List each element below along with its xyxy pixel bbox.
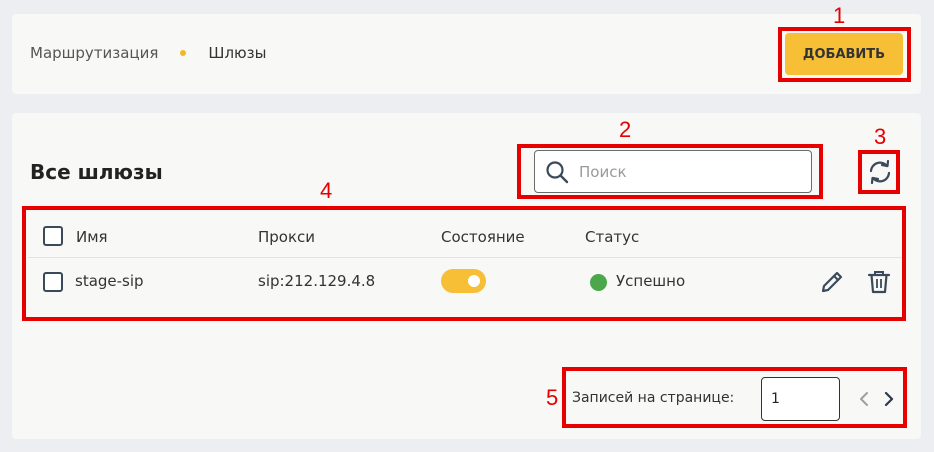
breadcrumb: Маршрутизация Шлюзы [30, 44, 267, 62]
annotation-box-search [517, 144, 823, 199]
annotation-number-4: 4 [320, 178, 333, 203]
annotation-number-1: 1 [833, 3, 846, 28]
annotation-box-refresh [858, 150, 900, 194]
breadcrumb-current: Шлюзы [208, 44, 267, 62]
annotation-box-pagination [562, 367, 907, 428]
breadcrumb-separator [180, 50, 187, 56]
annotation-box-table [22, 206, 906, 321]
annotation-box-add [778, 27, 911, 82]
annotation-number-2: 2 [619, 117, 632, 142]
annotation-number-3: 3 [874, 124, 887, 149]
page-title: Все шлюзы [30, 160, 163, 184]
breadcrumb-routing-link[interactable]: Маршрутизация [30, 44, 158, 62]
annotation-number-5: 5 [546, 385, 559, 410]
